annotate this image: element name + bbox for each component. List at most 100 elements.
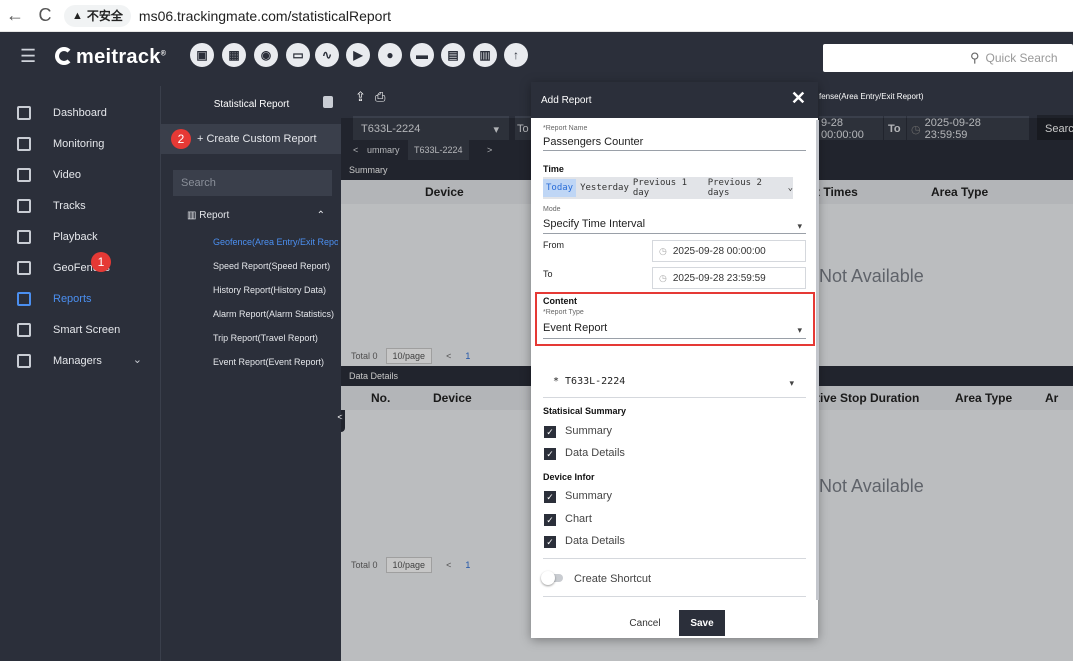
sidebar-item-managers[interactable]: Managers ⌄	[0, 345, 160, 376]
chevron-down-icon[interactable]: ▾	[797, 221, 802, 232]
section-divider	[543, 558, 806, 559]
stat-details-checkbox[interactable]: ✓	[544, 448, 556, 460]
report-panel: Statistical Report + Create Custom Repor…	[160, 86, 342, 661]
create-shortcut-label: Create Shortcut	[574, 573, 652, 585]
stat-summary-checkbox[interactable]: ✓	[544, 426, 556, 438]
car-icon[interactable]: ▬	[410, 43, 434, 67]
chevron-up-icon: ⌃	[316, 210, 325, 221]
report-link-trip[interactable]: Trip Report(Travel Report)	[213, 333, 338, 343]
chevron-down-icon[interactable]: ▾	[789, 378, 794, 389]
clock-icon: ◷	[659, 245, 667, 256]
menu-icon[interactable]: ☰	[20, 46, 36, 67]
quick-today[interactable]: Today	[543, 179, 577, 197]
add-report-dialog: Add Report ✕ *Report Name Passengers Cou…	[531, 82, 818, 638]
geofence-icon	[17, 260, 31, 275]
location-icon	[17, 136, 31, 151]
dialog-scrollbar[interactable]	[816, 120, 819, 600]
chevron-down-icon[interactable]: ⌄	[788, 183, 793, 193]
quick-prev-1-day[interactable]: Previous 1 day	[633, 178, 704, 198]
address-bar[interactable]: ▲ 不安全 ms06.trackingmate.com/statisticalRe…	[64, 4, 391, 28]
upload-icon[interactable]: ↑	[504, 43, 528, 67]
report-link-history[interactable]: History Report(History Data)	[213, 285, 338, 295]
content-label: Content	[543, 296, 577, 306]
chevron-down-icon[interactable]: ▾	[797, 325, 802, 336]
annotation-badge-1: 1	[91, 252, 111, 272]
sidebar-item-monitoring[interactable]: Monitoring	[0, 128, 160, 159]
save-button[interactable]: Save	[679, 610, 725, 636]
from-datetime-input[interactable]: ◷ 2025-09-28 00:00:00	[652, 240, 806, 262]
chevron-down-icon: ⌄	[132, 354, 142, 366]
dashboard-icon[interactable]: ▦	[222, 43, 246, 67]
mode-label: Mode	[543, 206, 561, 213]
dashboard-icon	[17, 105, 31, 120]
device-infor-label: Device Infor	[543, 472, 595, 482]
sidebar-item-playback[interactable]: Playback	[0, 221, 160, 252]
report-name-input[interactable]: Passengers Counter	[543, 136, 643, 148]
report-link-event[interactable]: Event Report(Event Report)	[213, 357, 338, 367]
report-name-label: *Report Name	[543, 125, 588, 132]
security-indicator[interactable]: ▲ 不安全	[64, 4, 131, 27]
logo-icon	[55, 47, 73, 65]
url-text[interactable]: ms06.trackingmate.com/statisticalReport	[139, 8, 391, 24]
report-link-alarm[interactable]: Alarm Report(Alarm Statistics)	[213, 309, 338, 319]
toggle-knob	[541, 571, 555, 585]
report-link-speed[interactable]: Speed Report(Speed Report)	[213, 261, 338, 271]
logo: meitrack®	[55, 46, 166, 69]
time-label: Time	[543, 164, 564, 174]
video-icon	[17, 167, 31, 182]
lock-icon[interactable]	[323, 96, 333, 108]
to-datetime-input[interactable]: ◷ 2025-09-28 23:59:59	[652, 267, 806, 289]
device-summary-checkbox-label: Summary	[565, 490, 613, 502]
dialog-title: Add Report	[531, 82, 818, 118]
quick-yesterday[interactable]: Yesterday	[580, 183, 629, 193]
mode-select[interactable]: Specify Time Interval	[543, 218, 645, 230]
sidebar-item-geofences[interactable]: GeoFences	[0, 252, 160, 283]
report-type-select[interactable]: Event Report	[543, 322, 607, 334]
to-label: To	[543, 269, 553, 279]
sidebar-item-smart-screen[interactable]: Smart Screen	[0, 314, 160, 345]
chart-icon: ▥	[187, 210, 200, 221]
report-link-geofence[interactable]: Geofence(Area Entry/Exit Report)	[213, 237, 338, 247]
back-icon[interactable]: ←	[0, 5, 30, 26]
warning-icon: ▲	[72, 9, 83, 22]
clock-icon: ◷	[659, 272, 667, 283]
report-search-input[interactable]: Search	[173, 170, 332, 196]
user-icon[interactable]: ●	[378, 43, 402, 67]
browser-toolbar: ← C ▲ 不安全 ms06.trackingmate.com/statistic…	[0, 0, 1073, 32]
stat-details-checkbox-label: Data Details	[565, 447, 625, 459]
video-icon[interactable]: ▭	[286, 43, 310, 67]
cancel-button[interactable]: Cancel	[617, 610, 673, 636]
create-shortcut-toggle[interactable]	[541, 571, 563, 585]
card-icon[interactable]: ▤	[441, 43, 465, 67]
close-icon[interactable]: ✕	[791, 88, 806, 109]
sidebar-item-dashboard[interactable]: Dashboard	[0, 97, 160, 128]
annotation-badge-2: 2	[171, 129, 191, 149]
monitoring-icon[interactable]: ◉	[254, 43, 278, 67]
panel-title: Statistical Report	[213, 98, 290, 110]
report-group[interactable]: ▥ Report ⌃	[187, 210, 337, 221]
tracks-icon[interactable]: ∿	[315, 43, 339, 67]
device-details-checkbox[interactable]: ✓	[544, 536, 556, 548]
device-summary-checkbox[interactable]: ✓	[544, 491, 556, 503]
report-title: fense(Area Entry/Exit Report)	[819, 92, 924, 101]
report-type-underline	[543, 338, 806, 339]
managers-icon	[17, 353, 31, 368]
device-select[interactable]: * T633L-2224	[553, 376, 625, 387]
sidebar-item-tracks[interactable]: Tracks	[0, 190, 160, 221]
device-chart-checkbox-label: Chart	[565, 513, 592, 525]
reports-icon	[17, 291, 31, 306]
export-icon[interactable]: ⇪	[355, 89, 366, 105]
sidebar-item-video[interactable]: Video	[0, 159, 160, 190]
mode-underline	[543, 233, 806, 234]
quick-search-input[interactable]: ⚲ Quick Search	[823, 44, 1073, 72]
reload-icon[interactable]: C	[30, 5, 60, 26]
sidebar-item-reports[interactable]: Reports	[0, 283, 160, 314]
playback-icon[interactable]: ▶	[346, 43, 370, 67]
print-icon[interactable]: ⎙	[375, 89, 385, 105]
from-label: From	[543, 240, 564, 250]
monitor-icon[interactable]: ▣	[190, 43, 214, 67]
device-chart-checkbox[interactable]: ✓	[544, 514, 556, 526]
time-quick-options: Today Yesterday Previous 1 day Previous …	[543, 177, 793, 199]
quick-prev-2-days[interactable]: Previous 2 days	[708, 178, 784, 198]
calendar-icon[interactable]: ▥	[473, 43, 497, 67]
